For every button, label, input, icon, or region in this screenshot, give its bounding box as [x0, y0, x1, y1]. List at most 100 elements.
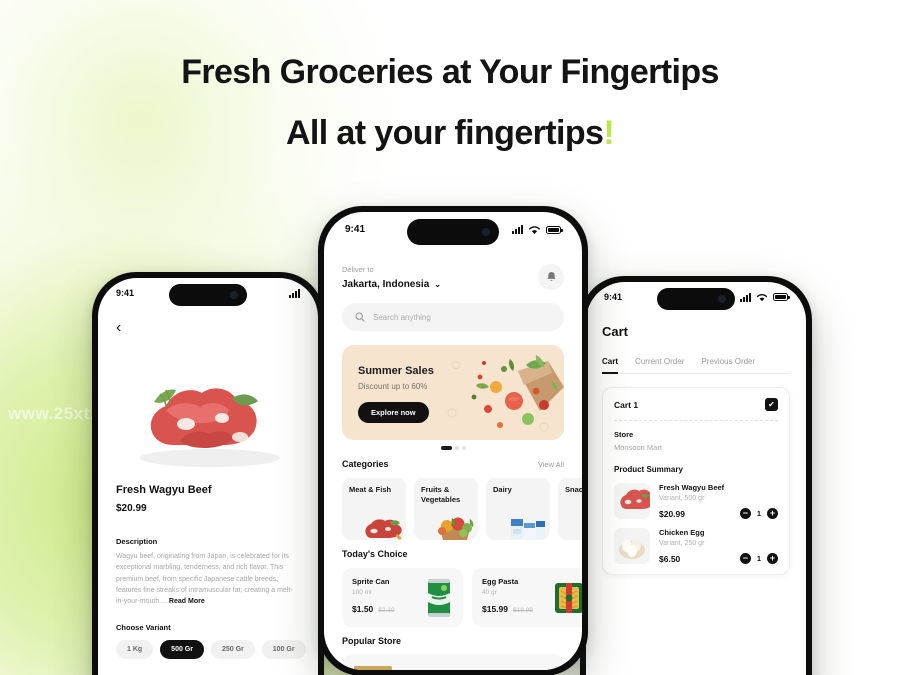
notification-bell-button[interactable] [538, 264, 564, 290]
chicken-eggs-icon [619, 538, 645, 559]
dairy-icon [511, 519, 545, 539]
cart-item-price: $20.99 [659, 508, 685, 519]
cart-screen-body: Cart Cart Current Order Previous Order C… [586, 324, 806, 575]
battery-icon [546, 225, 563, 234]
quantity-value: 1 [756, 554, 761, 563]
delivery-city[interactable]: Jakarta, Indonesia ⌄ [342, 279, 441, 290]
variant-chip-1kg[interactable]: 1 Kg [116, 639, 154, 659]
popular-store-card[interactable] [342, 654, 564, 670]
quantity-stepper: − 1 + [739, 553, 778, 564]
product-card-sprite-can[interactable]: Sprite Can 100 ml $1.50 $2.10 [342, 568, 463, 627]
store-thumb-icon [354, 666, 392, 670]
categories-view-all-link[interactable]: View All [538, 460, 564, 469]
cart-checkbox[interactable]: ✔ [765, 398, 778, 411]
chevron-down-icon: ⌄ [434, 280, 441, 289]
categories-heading: Categories [342, 459, 389, 469]
headline-exclamation: ! [603, 114, 615, 153]
wifi-icon [529, 225, 540, 234]
tab-cart[interactable]: Cart [602, 357, 619, 374]
cart-item-info: Fresh Wagyu Beef Variant, 500 gr $20.99 … [659, 483, 778, 519]
product-card-old-price: $2.10 [378, 607, 395, 614]
egg-pasta-pack-icon [555, 583, 582, 613]
cart-item-thumb [614, 483, 650, 519]
cart-item-info: Chicken Egg Variant, 250 gr $6.50 − 1 + [659, 528, 778, 564]
status-time: 9:41 [116, 288, 135, 298]
popular-store-heading: Popular Store [342, 636, 402, 646]
increase-quantity-button[interactable]: + [767, 553, 778, 564]
variant-chip-500gr[interactable]: 500 Gr [160, 639, 204, 659]
headline-line-1: Fresh Groceries at Your Fingertips [181, 53, 719, 91]
wifi-icon [756, 293, 768, 301]
cart-item-name: Chicken Egg [659, 528, 705, 537]
cart-item-variant: Variant, 250 gr [659, 540, 705, 547]
product-description: Wagyu beef, originating from Japan, is c… [116, 551, 300, 608]
category-card-fruits-vegetables[interactable]: Fruits & Vegetables [414, 478, 478, 540]
signal-icon [740, 292, 751, 302]
signal-icon [512, 225, 523, 234]
snacks-icon [578, 510, 582, 540]
fruits-vegetables-icon [438, 517, 474, 540]
headline: Fresh Groceries at Your Fingertips All a… [0, 52, 900, 155]
banner-dot-3[interactable] [461, 446, 466, 450]
sprite-can-icon [428, 579, 450, 617]
dynamic-island [169, 284, 247, 306]
store-name: Monsoon Mart [614, 443, 662, 452]
phone-right-cart: 9:41 Cart Cart Current Order Previous Or… [580, 276, 812, 675]
category-label: Dairy [493, 485, 512, 494]
search-input[interactable]: Search anything [373, 313, 431, 322]
tab-previous-order[interactable]: Previous Order [701, 357, 755, 374]
product-card-old-price: $18.99 [513, 607, 533, 614]
product-card-egg-pasta[interactable]: Egg Pasta 40 gr $15.99 $18.99 [472, 568, 582, 627]
check-icon: ✔ [768, 399, 775, 409]
read-more-link[interactable]: Read More [169, 598, 205, 605]
delivery-address-block[interactable]: Deliver to Jakarta, Indonesia ⌄ [342, 265, 441, 290]
category-card-meat-fish[interactable]: Meat & Fish [342, 478, 406, 540]
product-title: Fresh Wagyu Beef [116, 484, 212, 496]
increase-quantity-button[interactable]: + [767, 508, 778, 519]
headline-line-2: All at your fingertips! [0, 113, 900, 154]
status-icons [512, 225, 563, 235]
category-label: Fruits & Vegetables [421, 485, 461, 504]
status-time: 9:41 [345, 224, 366, 235]
variant-heading: Choose Variant [116, 622, 171, 632]
delivery-city-label: Jakarta, Indonesia [342, 279, 430, 290]
cart-item-name: Fresh Wagyu Beef [659, 483, 725, 492]
delivery-header: Deliver to Jakarta, Indonesia ⌄ [342, 264, 564, 290]
quantity-stepper: − 1 + [739, 508, 778, 519]
cart-name: Cart 1 [614, 399, 639, 410]
meat-fish-icon [365, 519, 402, 540]
category-card-dairy[interactable]: Dairy [486, 478, 550, 540]
decrease-quantity-button[interactable]: − [739, 553, 751, 564]
product-summary-heading: Product Summary [614, 465, 683, 474]
battery-icon [773, 293, 790, 301]
cart-item-thumb [614, 528, 650, 564]
phone-left-product-detail: 9:41 ‹ Fresh Wagyu Beef $20.99 Descripti… [92, 272, 324, 675]
dynamic-island [657, 288, 735, 310]
headline-line-2-text: All at your fingertips [285, 114, 604, 153]
banner-dot-1[interactable] [440, 446, 452, 450]
todays-choice-header: Today's Choice [342, 549, 564, 559]
todays-choice-list: Sprite Can 100 ml $1.50 $2.10 Egg Pasta … [342, 568, 582, 627]
cart-tabs: Cart Current Order Previous Order [602, 357, 790, 374]
back-button[interactable]: ‹ [116, 320, 121, 336]
cart-item-variant: Variant, 500 gr [659, 495, 705, 502]
home-screen-body: Deliver to Jakarta, Indonesia ⌄ Search a… [324, 264, 582, 670]
status-icons [289, 288, 300, 298]
phone-right-screen: 9:41 Cart Cart Current Order Previous Or… [586, 282, 806, 675]
category-card-snacks[interactable]: Snacks [558, 478, 582, 540]
search-bar[interactable]: Search anything [342, 303, 564, 331]
variant-chip-100gr[interactable]: 100 Gr [261, 639, 306, 659]
cart-card: Cart 1 ✔ Store Monsoon Mart Product Summ… [602, 387, 790, 575]
explore-now-button[interactable]: Explore now [358, 402, 429, 423]
tab-current-order[interactable]: Current Order [635, 357, 684, 374]
store-label: Store [614, 430, 634, 439]
promo-banner[interactable]: Summer Sales Discount up to 60% Explore … [342, 345, 564, 440]
category-list: Meat & Fish Fruits & Vegetables Dairy Sn… [342, 478, 582, 540]
raw-beef-image [140, 388, 280, 467]
decrease-quantity-button[interactable]: − [739, 508, 751, 519]
variant-chip-250gr[interactable]: 250 Gr [210, 639, 255, 659]
category-label: Snacks [565, 485, 582, 494]
description-heading: Description [116, 537, 158, 546]
page-title: Cart [602, 324, 629, 339]
banner-dot-2[interactable] [454, 446, 459, 450]
